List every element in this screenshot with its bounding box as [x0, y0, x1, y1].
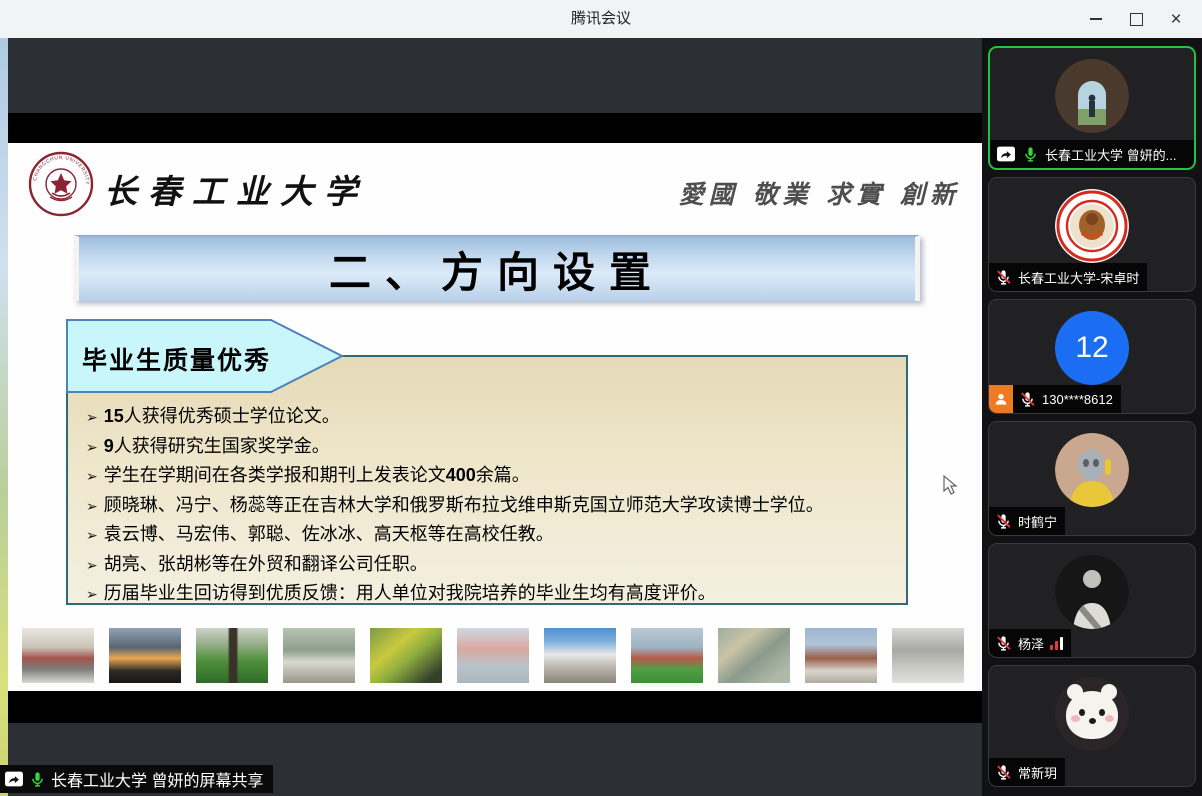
bullet-item: ➢学生在学期间在各类学报和期刊上发表论文400余篇。 — [86, 462, 900, 492]
bullet-item: ➢9人获得研究生国家奖学金。 — [86, 433, 900, 463]
campus-photo-blossom-path — [283, 628, 355, 683]
participant-name: 时鹤宁 — [1018, 512, 1057, 531]
shared-screen-area: CHANGCHUN UNIVERSITY OF TECHNOLOGY 长春工业大… — [0, 38, 982, 796]
participant-tile-yangze[interactable]: 杨泽 — [988, 543, 1196, 658]
participant-label: 130****8612 — [989, 385, 1121, 413]
close-icon: × — [1170, 10, 1181, 29]
participant-tile-changxinyue[interactable]: 常新玥 — [988, 665, 1196, 787]
campus-photo-winter-building — [457, 628, 529, 683]
campus-photo-autumn-foliage — [370, 628, 442, 683]
participant-name: 长春工业大学-宋卓时 — [1018, 268, 1139, 287]
avatar-bw-photo — [1055, 555, 1129, 629]
bullet-arrow-icon: ➢ — [86, 500, 98, 515]
participant-label: 长春工业大学 曾妍的... — [990, 140, 1194, 168]
bullet-item: ➢历届毕业生回访得到优质反馈：用人单位对我院培养的毕业生均有高度评价。 — [86, 580, 900, 610]
minimize-button[interactable] — [1076, 0, 1116, 38]
campus-photo-white-building-flags — [544, 628, 616, 683]
bullet-arrow-icon: ➢ — [86, 559, 98, 574]
letterbox-bottom — [8, 691, 982, 723]
window-controls: × — [1076, 0, 1196, 38]
maximize-button[interactable] — [1116, 0, 1156, 38]
participant-label: 长春工业大学-宋卓时 — [989, 263, 1147, 291]
avatar-dog-photo — [1055, 677, 1129, 751]
bullet-item: ➢袁云博、马宏伟、郭聪、佐冰冰、高天枢等在高校任教。 — [86, 521, 900, 551]
screen-share-icon — [4, 770, 24, 788]
participant-name: 长春工业大学 曾妍的... — [1045, 145, 1176, 164]
participant-tile-zengyan[interactable]: 长春工业大学 曾妍的... — [988, 46, 1196, 170]
university-motto-calligraphy: 愛國 敬業 求實 創新 — [679, 175, 960, 211]
mic-muted-icon — [995, 269, 1012, 286]
callout-label: 毕业生质量优秀 — [82, 341, 271, 377]
mic-on-icon — [1022, 146, 1039, 163]
bullet-list: ➢15人获得优秀硕士学位论文。 ➢9人获得研究生国家奖学金。 ➢学生在学期间在各… — [86, 403, 900, 610]
slide-title-banner: 二、方向设置 — [74, 235, 920, 301]
participant-name: 杨泽 — [1018, 634, 1044, 653]
bullet-arrow-icon: ➢ — [86, 588, 98, 603]
bullet-arrow-icon: ➢ — [86, 411, 98, 426]
tencent-meeting-window: 腾讯会议 × CHANGCHUN UNIVERSITY OF TECHNOLOG… — [0, 0, 1202, 796]
participant-label: 杨泽 — [989, 629, 1071, 657]
bullet-arrow-icon: ➢ — [86, 470, 98, 485]
avatar-jilin-university-seal — [1055, 189, 1129, 263]
university-seal-logo: CHANGCHUN UNIVERSITY OF TECHNOLOGY — [28, 151, 94, 217]
desktop-wallpaper-edge — [0, 38, 8, 796]
bullet-item: ➢胡亮、张胡彬等在外贸和翻译公司任职。 — [86, 551, 900, 581]
campus-photo-sports-field — [631, 628, 703, 683]
bullet-arrow-icon: ➢ — [86, 529, 98, 544]
phone-user-badge — [989, 385, 1013, 413]
participant-tile-songzhuoshi[interactable]: 长春工业大学-宋卓时 — [988, 177, 1196, 292]
maximize-icon — [1130, 13, 1143, 26]
graduate-quality-callout: 毕业生质量优秀 — [66, 319, 344, 393]
mic-on-icon — [29, 771, 46, 788]
mic-muted-icon — [995, 635, 1012, 652]
minimize-icon — [1090, 18, 1102, 20]
participant-name: 130****8612 — [1042, 392, 1113, 407]
campus-photo-aerial-view — [718, 628, 790, 683]
mic-muted-icon — [995, 764, 1012, 781]
avatar-archway-photo — [1055, 59, 1129, 133]
bullet-arrow-icon: ➢ — [86, 441, 98, 456]
poor-signal-icon — [1050, 637, 1063, 650]
mic-muted-icon — [995, 513, 1012, 530]
letterbox-top — [8, 113, 982, 143]
participant-tile-phone-8612[interactable]: 12 130****8612 — [988, 299, 1196, 414]
participants-sidebar: 长春工业大学 曾妍的... 长春工业大学-宋卓时 — [982, 38, 1202, 796]
avatar-masked-person-photo — [1055, 433, 1129, 507]
campus-photo-lawn-tree — [196, 628, 268, 683]
presentation-slide: CHANGCHUN UNIVERSITY OF TECHNOLOGY 长春工业大… — [8, 143, 982, 691]
campus-photo-brick-building — [805, 628, 877, 683]
campus-photo-strip — [22, 628, 964, 683]
avatar-number-badge: 12 — [1055, 311, 1129, 385]
participant-label: 常新玥 — [989, 758, 1065, 786]
screen-share-indicator: 长春工业大学 曾妍的屏幕共享 — [0, 765, 273, 793]
university-name-calligraphy: 长春工业大学 — [104, 165, 368, 213]
campus-photo-snow-red-building — [22, 628, 94, 683]
mic-muted-icon — [1019, 391, 1036, 408]
participant-name: 常新玥 — [1018, 763, 1057, 782]
participant-label: 时鹤宁 — [989, 507, 1065, 535]
slide-title: 二、方向设置 — [79, 237, 915, 301]
campus-photo-snow-bridge — [892, 628, 964, 683]
bullet-item: ➢顾晓琳、冯宁、杨蕊等正在吉林大学和俄罗斯布拉戈维申斯克国立师范大学攻读博士学位… — [86, 492, 900, 522]
participant-tile-shihening[interactable]: 时鹤宁 — [988, 421, 1196, 536]
window-title: 腾讯会议 — [0, 0, 1202, 38]
mouse-cursor — [943, 475, 959, 497]
screen-share-label: 长春工业大学 曾妍的屏幕共享 — [51, 767, 263, 791]
sharing-icon — [996, 145, 1016, 163]
window-titlebar: 腾讯会议 × — [0, 0, 1202, 39]
close-button[interactable]: × — [1156, 0, 1196, 38]
campus-photo-sunset — [109, 628, 181, 683]
bullet-item: ➢15人获得优秀硕士学位论文。 — [86, 403, 900, 433]
person-icon — [993, 391, 1009, 407]
